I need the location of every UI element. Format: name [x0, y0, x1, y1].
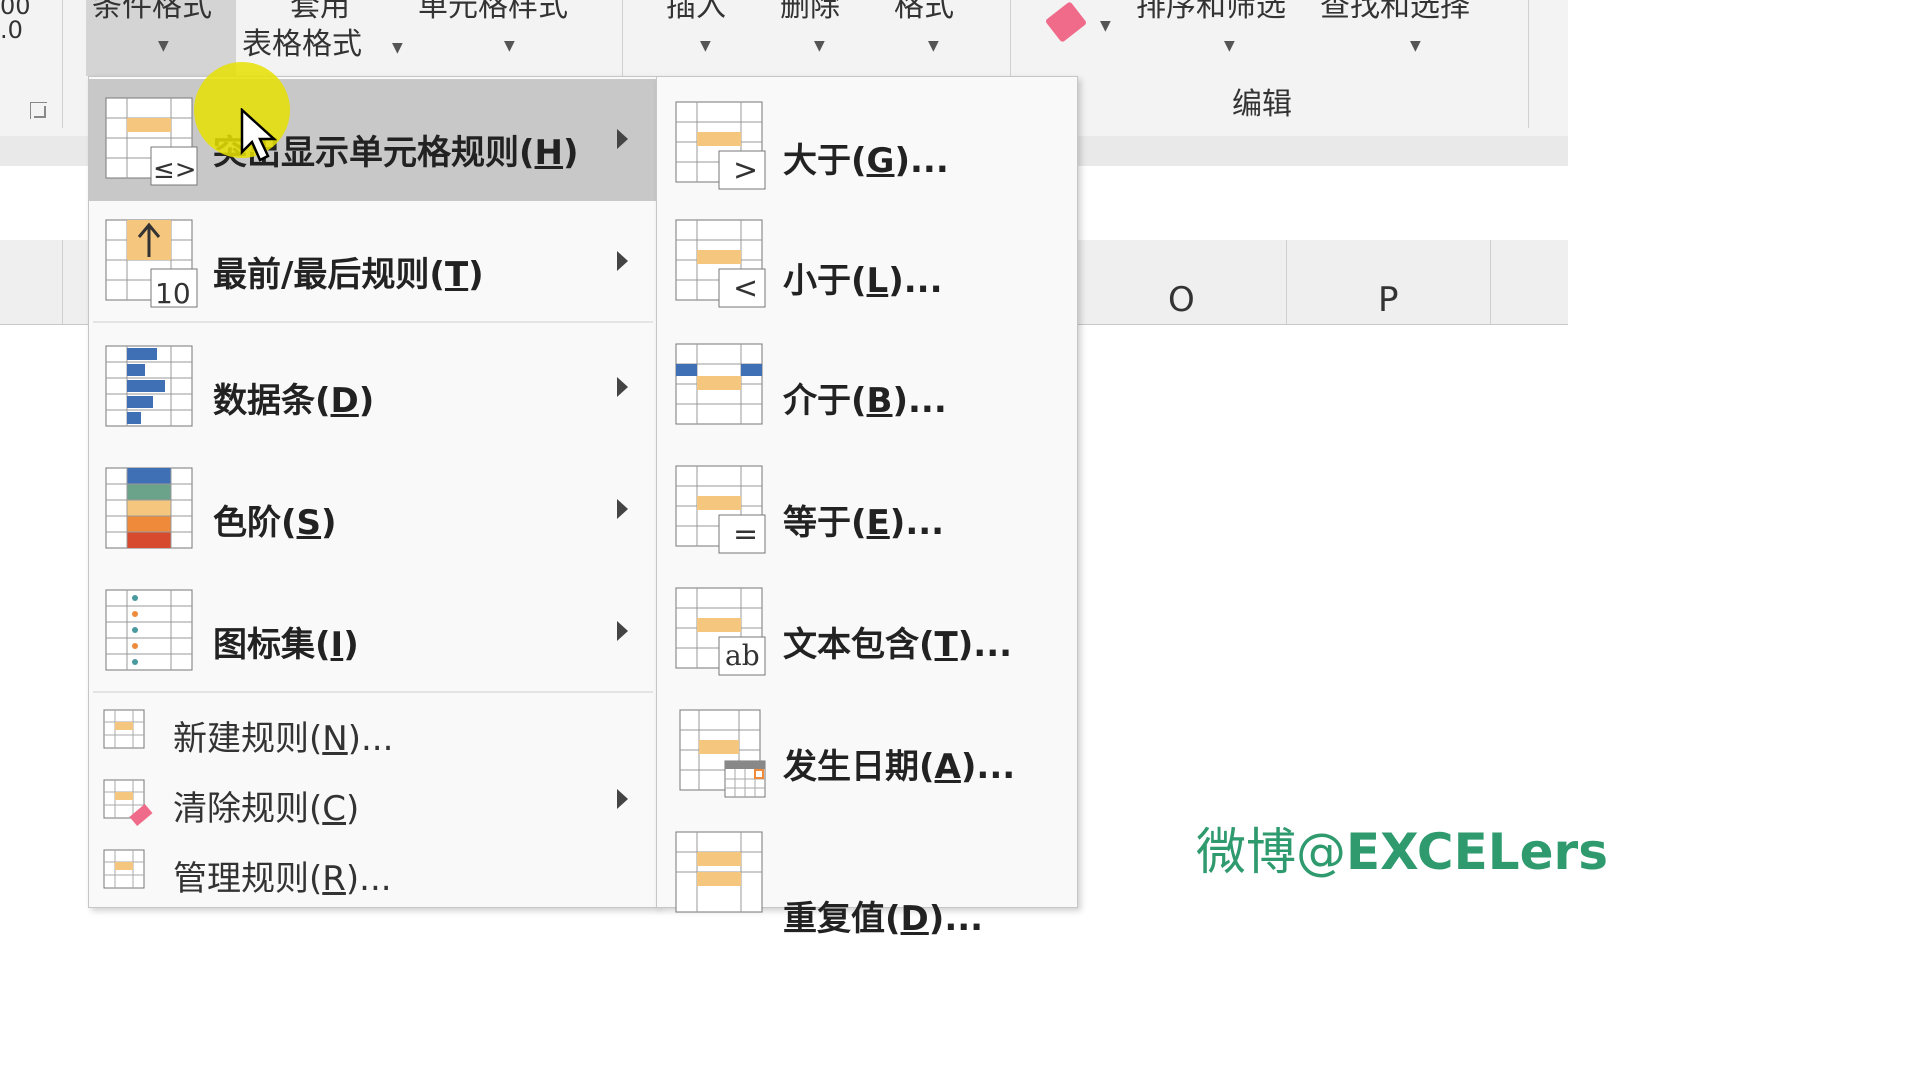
submenu-item-label: 重复值(D)...: [783, 899, 984, 939]
column-header-o[interactable]: O: [1168, 280, 1195, 320]
menu-item-new-rule[interactable]: 新建规则(N)...: [89, 697, 657, 763]
cell-styles-label: 单元格样式: [418, 0, 568, 24]
chevron-down-icon: ▼: [700, 38, 711, 54]
chevron-down-icon: ▼: [928, 38, 939, 54]
color-scales-icon: [105, 467, 193, 549]
submenu-item-date-occurring[interactable]: 发生日期(A)...: [657, 693, 1077, 815]
format-button[interactable]: 格式 ▼: [888, 0, 978, 76]
conditional-format-button[interactable]: 条件格式 ▼: [86, 0, 236, 76]
chevron-down-icon: ▼: [158, 38, 169, 54]
chevron-down-icon: ▼: [504, 38, 515, 54]
new-rule-icon: [103, 709, 145, 749]
menu-item-top-bottom-rules[interactable]: 10 最前/最后规则(T): [89, 201, 657, 323]
submenu-item-between[interactable]: 介于(B)...: [657, 327, 1077, 449]
data-bars-icon: [105, 345, 193, 427]
submenu-item-label: 文本包含(T)...: [783, 625, 1013, 665]
menu-item-label: 新建规则(N)...: [173, 719, 394, 759]
submenu-item-equal-to[interactable]: = 等于(E)...: [657, 449, 1077, 571]
menu-item-clear-rules[interactable]: 清除规则(C): [89, 767, 657, 833]
insert-label: 插入: [666, 0, 726, 24]
manage-rules-icon: [103, 849, 145, 889]
conditional-format-menu: ≤> 突出显示单元格规则(H) 10 最前/最后规则(T) 数据条(D) 色阶(…: [88, 76, 658, 908]
menu-item-highlight-cell-rules[interactable]: ≤> 突出显示单元格规则(H): [89, 79, 657, 201]
between-icon: [675, 343, 763, 425]
submenu-item-text-contains[interactable]: ab 文本包含(T)...: [657, 571, 1077, 693]
sort-filter-button[interactable]: 排序和筛选 ▼: [1134, 0, 1314, 76]
editing-group-label: 编辑: [1232, 87, 1292, 122]
chevron-down-icon: ▼: [392, 40, 403, 56]
delete-label: 删除: [780, 0, 840, 24]
clear-rules-icon: [103, 779, 153, 827]
less-than-glyph: <: [733, 271, 759, 306]
submenu-arrow-icon: [617, 499, 628, 519]
submenu-arrow-icon: [617, 789, 628, 809]
mouse-cursor-icon: [240, 108, 278, 162]
equal-to-glyph: =: [733, 517, 759, 552]
menu-item-label: 管理规则(R)...: [173, 859, 392, 899]
number-format-bottom: .0: [0, 16, 23, 44]
text-contains-glyph: ab: [725, 639, 760, 672]
greater-than-glyph: >: [733, 153, 759, 188]
menu-item-icon-sets[interactable]: 图标集(I): [89, 571, 657, 693]
submenu-arrow-icon: [617, 621, 628, 641]
insert-button[interactable]: 插入 ▼: [660, 0, 750, 76]
find-select-button[interactable]: 查找和选择 ▼: [1320, 0, 1510, 76]
eraser-icon[interactable]: [1044, 1, 1088, 43]
duplicate-values-icon: [675, 831, 763, 913]
submenu-item-label: 等于(E)...: [783, 503, 945, 543]
submenu-item-label: 介于(B)...: [783, 381, 947, 421]
submenu-item-label: 发生日期(A)...: [783, 747, 1016, 787]
chevron-down-icon: ▼: [814, 38, 825, 54]
submenu-arrow-icon: [617, 129, 628, 149]
menu-item-label: 清除规则(C): [173, 789, 360, 829]
conditional-format-label: 条件格式: [92, 0, 212, 24]
table-format-button[interactable]: 套用 表格格式 ▼: [238, 0, 414, 76]
submenu-item-duplicate-values[interactable]: 重复值(D)...: [657, 815, 1077, 939]
dialog-launcher-icon[interactable]: [30, 102, 47, 119]
column-header-p[interactable]: P: [1378, 280, 1399, 320]
chevron-down-icon: ▼: [1224, 38, 1235, 54]
chevron-down-icon: ▼: [1410, 38, 1421, 54]
table-format-top-label: 套用: [290, 0, 350, 24]
find-select-label: 查找和选择: [1320, 0, 1470, 24]
submenu-item-label: 大于(G)...: [783, 141, 949, 181]
submenu-item-less-than[interactable]: < 小于(L)...: [657, 205, 1077, 327]
submenu-item-greater-than[interactable]: > 大于(G)...: [657, 83, 1077, 205]
highlight-icon-glyph: ≤>: [153, 155, 197, 185]
highlight-rules-submenu: > 大于(G)... < 小于(L)... 介于(B)... = 等于(E)..…: [656, 76, 1078, 939]
menu-item-color-scales[interactable]: 色阶(S): [89, 449, 657, 571]
cell-styles-button[interactable]: 单元格样式 ▼: [414, 0, 604, 76]
menu-item-label: 图标集(I): [213, 625, 359, 665]
table-format-bottom-label: 表格格式: [242, 27, 362, 62]
chevron-down-icon[interactable]: ▼: [1100, 18, 1111, 34]
submenu-arrow-icon: [617, 377, 628, 397]
delete-button[interactable]: 删除 ▼: [774, 0, 864, 76]
submenu-arrow-icon: [617, 251, 628, 271]
date-occurring-icon: [679, 709, 766, 798]
menu-item-manage-rules[interactable]: 管理规则(R)...: [89, 837, 657, 903]
menu-item-label: 最前/最后规则(T): [213, 255, 484, 295]
sort-filter-label: 排序和筛选: [1136, 0, 1286, 24]
icon-sets-icon: [105, 589, 193, 671]
watermark: 微博@EXCELers: [1196, 823, 1608, 881]
top-rules-icon-glyph: 10: [155, 277, 191, 310]
submenu-item-label: 小于(L)...: [783, 261, 943, 301]
menu-item-data-bars[interactable]: 数据条(D): [89, 327, 657, 449]
menu-item-label: 数据条(D): [213, 381, 375, 421]
menu-item-label: 色阶(S): [213, 503, 337, 543]
format-label: 格式: [894, 0, 954, 24]
